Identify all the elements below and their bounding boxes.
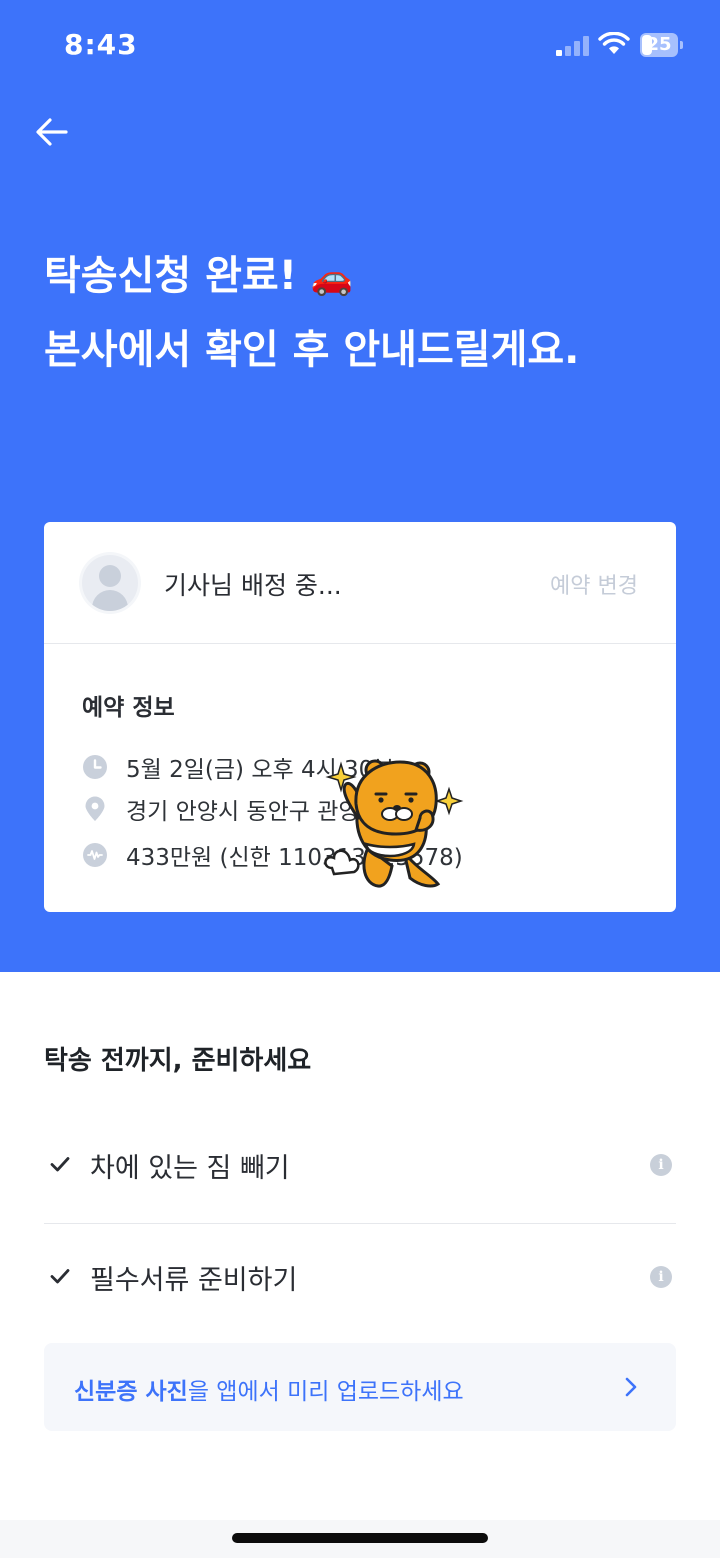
checklist-label: 필수서류 준비하기 bbox=[90, 1265, 298, 1296]
driver-status-text: 기사님 배정 중... bbox=[164, 571, 342, 600]
checklist-item-remove-luggage: 차에 있는 짐 빼기 i bbox=[44, 1128, 676, 1208]
status-time: 8:43 bbox=[64, 28, 138, 61]
reservation-info-title: 예약 정보 bbox=[82, 695, 175, 721]
banner-rest: 을 앱에서 미리 업로드하세요 bbox=[187, 1379, 464, 1405]
banner-text: 신분증 사진을 앱에서 미리 업로드하세요 bbox=[74, 1372, 464, 1406]
car-emoji-icon: 🚗 bbox=[310, 258, 354, 298]
chevron-right-icon bbox=[625, 1377, 637, 1397]
wifi-icon bbox=[598, 32, 630, 54]
payment-icon bbox=[83, 843, 107, 867]
change-reservation-button[interactable]: 예약 변경 bbox=[550, 568, 638, 600]
divider bbox=[44, 1223, 676, 1224]
page-title: 탁송신청 완료! 🚗 본사에서 확인 후 안내드릴게요. bbox=[44, 240, 579, 386]
clock-icon bbox=[83, 755, 107, 779]
battery-icon: 25 bbox=[640, 33, 684, 57]
checklist-item-documents: 필수서류 준비하기 i bbox=[44, 1240, 676, 1320]
bear-mascot-sticker bbox=[324, 759, 464, 888]
banner-strong: 신분증 사진 bbox=[74, 1379, 188, 1405]
upload-id-banner[interactable]: 신분증 사진을 앱에서 미리 업로드하세요 bbox=[44, 1343, 676, 1431]
prepare-section-title: 탁송 전까지, 준비하세요 bbox=[44, 1046, 312, 1076]
location-pin-icon bbox=[85, 796, 105, 821]
driver-avatar bbox=[82, 555, 138, 611]
cellular-signal-icon bbox=[556, 36, 589, 56]
checkmark-icon bbox=[50, 1269, 70, 1284]
checklist-label: 차에 있는 짐 빼기 bbox=[90, 1153, 290, 1184]
info-icon[interactable]: i bbox=[650, 1266, 672, 1288]
checkmark-icon bbox=[50, 1157, 70, 1172]
back-arrow-icon[interactable] bbox=[30, 110, 74, 154]
info-icon[interactable]: i bbox=[650, 1154, 672, 1176]
title-line-1: 탁송신청 완료! bbox=[44, 253, 297, 299]
home-indicator[interactable] bbox=[232, 1533, 488, 1543]
title-line-2: 본사에서 확인 후 안내드릴게요. bbox=[44, 327, 580, 373]
driver-row: 기사님 배정 중... 예약 변경 bbox=[44, 522, 676, 644]
status-bar: 8:43 25 bbox=[0, 0, 720, 92]
battery-level: 25 bbox=[646, 34, 672, 55]
